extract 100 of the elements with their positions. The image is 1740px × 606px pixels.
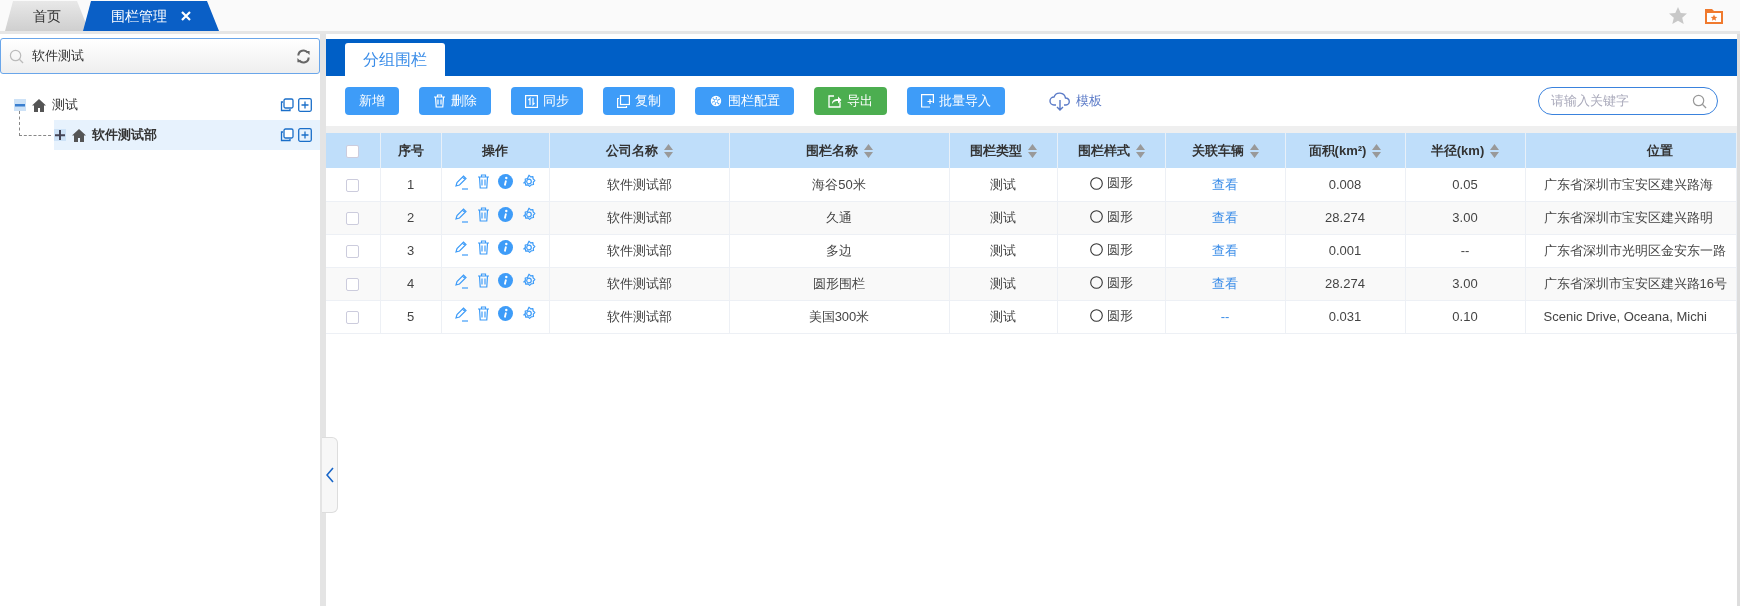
toolbar-button[interactable]: 同步 xyxy=(511,87,583,115)
table-cell: 测试 xyxy=(990,209,1016,225)
table-cell: 多边 xyxy=(826,242,852,258)
tree-item[interactable]: 软件测试部 xyxy=(54,120,320,150)
home-icon xyxy=(72,128,86,142)
table-cell: 软件测试部 xyxy=(606,275,672,291)
info-icon[interactable] xyxy=(497,174,513,189)
add-box-icon xyxy=(298,98,312,112)
row-checkbox[interactable] xyxy=(346,178,360,192)
table-cell-text: 圆形 xyxy=(1106,207,1133,226)
sort-icon xyxy=(1372,143,1382,158)
table-cell: 测试 xyxy=(990,275,1016,291)
panel-tab[interactable]: 分组围栏 xyxy=(345,43,445,76)
gear-icon[interactable] xyxy=(520,206,537,223)
vehicles-link[interactable]: -- xyxy=(1220,308,1230,324)
toolbar-button[interactable]: 复制 xyxy=(603,87,675,115)
circle-icon xyxy=(1089,176,1103,190)
column-header: 围栏类型 xyxy=(969,141,1022,160)
copy-icon xyxy=(280,128,294,142)
vehicles-link[interactable]: 查看 xyxy=(1212,242,1238,258)
table-cell: 3.00 xyxy=(1452,275,1478,291)
table-cell: 软件测试部 xyxy=(606,308,672,324)
column-header: 位置 xyxy=(1647,141,1674,160)
trash-icon[interactable] xyxy=(476,273,490,289)
cloud-download-icon xyxy=(1049,91,1071,111)
refresh-icon xyxy=(296,48,311,64)
edit-icon[interactable] xyxy=(453,272,469,289)
table-cell: 软件测试部 xyxy=(606,242,672,258)
table-cell: 圆形围栏 xyxy=(813,275,865,291)
row-number: 2 xyxy=(406,209,415,225)
minus-box-icon xyxy=(14,99,26,111)
table-cell: 广东省深圳市宝安区建兴路16号 xyxy=(1543,275,1727,291)
gear-icon[interactable] xyxy=(520,239,537,256)
tree-item[interactable]: 测试 xyxy=(0,90,320,120)
toolbar-button[interactable]: 导出 xyxy=(814,87,887,115)
column-header: 序号 xyxy=(397,141,424,160)
gear-icon xyxy=(709,94,723,108)
table-cell: 美国300米 xyxy=(808,308,870,324)
edit-icon[interactable] xyxy=(453,239,469,256)
column-header: 围栏样式 xyxy=(1077,141,1130,160)
info-icon[interactable] xyxy=(497,207,513,223)
circle-icon xyxy=(1089,242,1103,256)
info-icon[interactable] xyxy=(497,273,513,289)
trash-icon[interactable] xyxy=(476,240,490,256)
row-checkbox[interactable] xyxy=(346,277,360,291)
collapse-handle[interactable] xyxy=(322,437,338,513)
column-header: 半径(km) xyxy=(1430,141,1485,160)
row-checkbox[interactable] xyxy=(346,211,360,225)
close-icon xyxy=(181,11,191,21)
gear-icon[interactable] xyxy=(520,173,537,190)
template-link[interactable]: 模板 xyxy=(1039,87,1112,115)
select-all-checkbox[interactable] xyxy=(346,144,360,158)
table-cell: 软件测试部 xyxy=(606,176,672,192)
table-cell: 软件测试部 xyxy=(606,209,672,225)
sort-icon xyxy=(1490,143,1500,158)
info-icon[interactable] xyxy=(497,306,513,322)
sort-icon xyxy=(663,143,673,158)
vehicles-link[interactable]: 查看 xyxy=(1212,275,1238,291)
share-icon xyxy=(828,94,842,108)
table-cell: 3.00 xyxy=(1452,209,1478,225)
table-cell: 0.10 xyxy=(1452,308,1478,324)
table-cell: 测试 xyxy=(990,308,1016,324)
search-input[interactable]: 软件测试 xyxy=(32,46,288,66)
table-cell: 广东省深圳市宝安区建兴路明 xyxy=(1543,209,1713,225)
toolbar-button[interactable]: 围栏配置 xyxy=(695,87,794,115)
plus-box-icon xyxy=(54,129,66,141)
row-checkbox[interactable] xyxy=(346,244,360,258)
table-cell: 0.008 xyxy=(1328,176,1362,192)
trash-icon[interactable] xyxy=(476,306,490,322)
gear-icon[interactable] xyxy=(520,272,537,289)
vehicles-link[interactable]: 查看 xyxy=(1212,209,1238,225)
table-cell-text: 圆形 xyxy=(1106,240,1133,259)
tree-label: 测试 xyxy=(52,96,78,115)
tab[interactable]: 围栏管理 xyxy=(83,1,219,31)
trash-icon xyxy=(433,94,446,108)
edit-icon[interactable] xyxy=(453,305,469,322)
copy-icon xyxy=(617,94,630,108)
row-checkbox[interactable] xyxy=(346,310,360,324)
search-field[interactable]: 软件测试 xyxy=(0,38,320,74)
info-icon[interactable] xyxy=(497,240,513,256)
edit-icon[interactable] xyxy=(453,206,469,223)
toolbar-button[interactable]: 新增 xyxy=(345,87,399,115)
toolbar-button[interactable]: 删除 xyxy=(419,87,491,115)
gear-icon[interactable] xyxy=(520,305,537,322)
search-icon xyxy=(9,48,24,64)
trash-icon[interactable] xyxy=(476,207,490,223)
trash-icon[interactable] xyxy=(476,174,490,189)
column-header: 操作 xyxy=(482,141,508,160)
sort-icon xyxy=(863,143,873,158)
column-header: 面积(km²) xyxy=(1308,141,1367,160)
toolbar-button[interactable]: 批量导入 xyxy=(907,87,1005,115)
table-cell: 广东省深圳市光明区金安东一路 xyxy=(1543,242,1726,258)
home-icon xyxy=(32,98,46,112)
row-number: 3 xyxy=(406,242,415,258)
table-cell: 测试 xyxy=(990,176,1016,192)
column-header: 围栏名称 xyxy=(805,141,858,160)
star-icon xyxy=(1668,5,1688,26)
edit-icon[interactable] xyxy=(453,173,469,190)
table-cell: 0.001 xyxy=(1328,242,1362,258)
vehicles-link[interactable]: 查看 xyxy=(1212,176,1238,192)
